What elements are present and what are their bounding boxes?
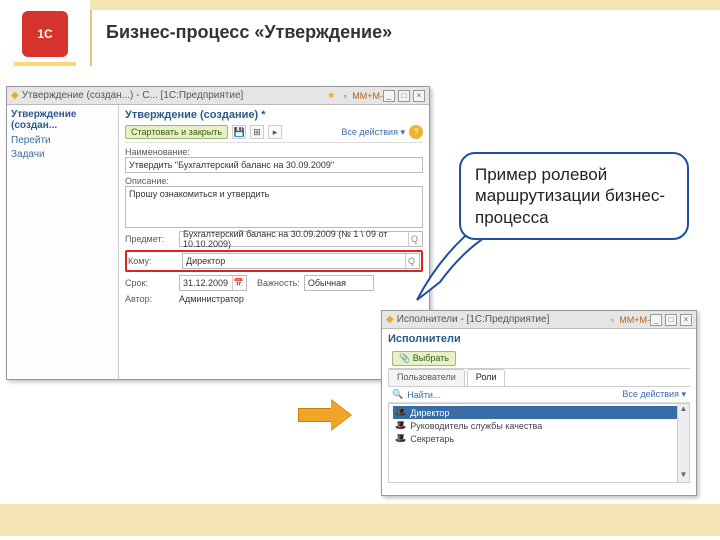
- nav-title: Утверждение (создан...: [11, 109, 114, 131]
- author-value: Администратор: [179, 294, 244, 304]
- find-label[interactable]: Найти...: [407, 390, 440, 400]
- find-icon[interactable]: 🔍: [392, 389, 403, 400]
- importance-field[interactable]: Обычная: [304, 275, 374, 291]
- maximize-button[interactable]: □: [665, 314, 677, 326]
- m-plus[interactable]: M+: [627, 315, 640, 325]
- action-icon[interactable]: ▸: [268, 125, 282, 139]
- m-minus[interactable]: M-: [373, 91, 384, 101]
- list-item[interactable]: 🎩Директор: [393, 406, 685, 419]
- m-minus[interactable]: M-: [640, 315, 651, 325]
- toolbar-icon[interactable]: ▫: [338, 89, 352, 103]
- header-band: [90, 0, 720, 10]
- role-icon: 🎩: [395, 407, 406, 418]
- to-row-highlight: Кому: ДиректорQ: [125, 250, 423, 272]
- form-title: Утверждение (создание) *: [125, 109, 423, 121]
- toolbar-icon[interactable]: ▫: [605, 313, 619, 327]
- maximize-button[interactable]: □: [398, 90, 410, 102]
- close-button[interactable]: ×: [413, 90, 425, 102]
- flowchart-icon[interactable]: ⊞: [250, 125, 264, 139]
- to-field[interactable]: ДиректорQ: [182, 253, 420, 269]
- label-subject: Предмет:: [125, 234, 179, 244]
- all-actions-link[interactable]: Все действия ▾: [622, 389, 686, 400]
- start-and-close-button[interactable]: Стартовать и закрыть: [125, 125, 228, 139]
- nav-panel: Утверждение (создан... Перейти Задачи: [7, 105, 119, 379]
- performers-window: ◆ Исполнители - [1С:Предприятие] ▫ M M+ …: [381, 310, 697, 496]
- logo-text: 1С: [37, 27, 52, 41]
- label-name: Наименование:: [125, 147, 423, 157]
- arrow-icon: [298, 400, 352, 430]
- tabs: Пользователи Роли: [388, 369, 690, 387]
- name-field[interactable]: Утвердить "Бухгалтерский баланс на 30.09…: [125, 157, 423, 173]
- select-bar: 📎 Выбрать: [388, 349, 690, 369]
- deadline-field[interactable]: 31.12.2009📅: [179, 275, 247, 291]
- m-indicator[interactable]: M: [352, 91, 360, 101]
- tab-users[interactable]: Пользователи: [388, 369, 465, 386]
- all-actions-link[interactable]: Все действия ▾: [341, 127, 405, 138]
- header-sep: [90, 10, 92, 66]
- label-deadline: Срок:: [125, 278, 179, 288]
- tab-roles[interactable]: Роли: [467, 369, 506, 386]
- help-icon[interactable]: ?: [409, 125, 423, 139]
- label-desc: Описание:: [125, 176, 423, 186]
- window-title: Утверждение (создан...) - С... [1С:Предп…: [22, 90, 325, 101]
- role-icon: 🎩: [395, 433, 406, 444]
- titlebar[interactable]: ◆ Утверждение (создан...) - С... [1С:Пре…: [7, 87, 429, 105]
- save-icon[interactable]: 💾: [232, 125, 246, 139]
- calendar-icon[interactable]: 📅: [232, 276, 244, 290]
- m-indicator[interactable]: M: [619, 315, 627, 325]
- subject-field[interactable]: Бухгалтерский баланс на 30.09.2009 (№ 1 …: [179, 231, 423, 247]
- role-icon: 🎩: [395, 420, 406, 431]
- description-field[interactable]: Прошу ознакомиться и утвердить: [125, 186, 423, 228]
- slide-title: Бизнес-процесс «Утверждение»: [106, 22, 392, 43]
- nav-link-tasks[interactable]: Задачи: [11, 149, 114, 160]
- m-plus[interactable]: M+: [360, 91, 373, 101]
- titlebar[interactable]: ◆ Исполнители - [1С:Предприятие] ▫ M M+ …: [382, 311, 696, 329]
- label-importance: Важность:: [257, 278, 300, 288]
- minimize-button[interactable]: _: [383, 90, 395, 102]
- label-to: Кому:: [128, 256, 182, 266]
- minimize-button[interactable]: _: [650, 314, 662, 326]
- window-title: Исполнители - [1С:Предприятие]: [397, 314, 606, 325]
- callout-text: Пример ролевой маршрутизации бизнес-проц…: [475, 165, 665, 227]
- performers-heading: Исполнители: [388, 333, 690, 345]
- label-author: Автор:: [125, 294, 179, 304]
- logo: 1С: [14, 8, 76, 60]
- roles-list: 🎩Директор 🎩Руководитель службы качества …: [388, 403, 690, 483]
- favorite-icon[interactable]: ★: [324, 89, 338, 103]
- form-toolbar: Стартовать и закрыть 💾 ⊞ ▸ Все действия …: [125, 125, 423, 143]
- app-icon: ◆: [11, 90, 19, 101]
- callout: Пример ролевой маршрутизации бизнес-проц…: [459, 152, 689, 240]
- sub-toolbar: 🔍 Найти... Все действия ▾: [388, 387, 690, 403]
- approval-window: ◆ Утверждение (создан...) - С... [1С:Пре…: [6, 86, 430, 380]
- nav-link-goto[interactable]: Перейти: [11, 135, 114, 146]
- list-item[interactable]: 🎩Руководитель службы качества: [393, 419, 685, 432]
- app-icon: ◆: [386, 314, 394, 325]
- scrollbar[interactable]: ▲ ▼: [677, 404, 689, 482]
- footer-band: [0, 504, 720, 536]
- logo-underline: [14, 62, 76, 66]
- logo-box: 1С: [22, 11, 68, 57]
- list-item[interactable]: 🎩Секретарь: [393, 432, 685, 445]
- select-button[interactable]: 📎 Выбрать: [392, 351, 456, 366]
- close-button[interactable]: ×: [680, 314, 692, 326]
